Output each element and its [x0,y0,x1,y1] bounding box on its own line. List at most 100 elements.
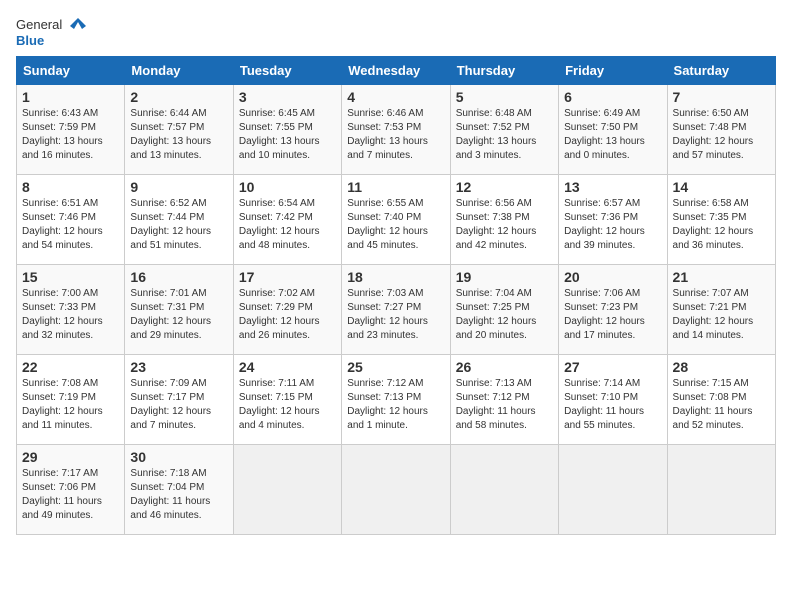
header-day-monday: Monday [125,57,233,85]
cell-details: Sunrise: 6:44 AMSunset: 7:57 PMDaylight:… [130,108,211,161]
calendar-cell: 21 Sunrise: 7:07 AMSunset: 7:21 PMDaylig… [667,265,775,355]
day-number: 25 [347,359,444,375]
day-number: 5 [456,89,553,105]
cell-details: Sunrise: 7:04 AMSunset: 7:25 PMDaylight:… [456,288,537,341]
calendar-cell: 25 Sunrise: 7:12 AMSunset: 7:13 PMDaylig… [342,355,450,445]
calendar-cell: 13 Sunrise: 6:57 AMSunset: 7:36 PMDaylig… [559,175,667,265]
cell-details: Sunrise: 6:52 AMSunset: 7:44 PMDaylight:… [130,198,211,251]
cell-details: Sunrise: 7:09 AMSunset: 7:17 PMDaylight:… [130,378,211,431]
day-number: 27 [564,359,661,375]
cell-details: Sunrise: 7:02 AMSunset: 7:29 PMDaylight:… [239,288,320,341]
calendar-cell: 6 Sunrise: 6:49 AMSunset: 7:50 PMDayligh… [559,85,667,175]
header-day-friday: Friday [559,57,667,85]
cell-details: Sunrise: 6:43 AMSunset: 7:59 PMDaylight:… [22,108,103,161]
day-number: 6 [564,89,661,105]
day-number: 12 [456,179,553,195]
header-day-wednesday: Wednesday [342,57,450,85]
header-day-tuesday: Tuesday [233,57,341,85]
cell-details: Sunrise: 7:12 AMSunset: 7:13 PMDaylight:… [347,378,428,431]
logo-blue-text: Blue [16,34,44,48]
day-number: 1 [22,89,119,105]
calendar-week-row: 15 Sunrise: 7:00 AMSunset: 7:33 PMDaylig… [17,265,776,355]
day-number: 9 [130,179,227,195]
cell-details: Sunrise: 6:57 AMSunset: 7:36 PMDaylight:… [564,198,645,251]
cell-details: Sunrise: 6:51 AMSunset: 7:46 PMDaylight:… [22,198,103,251]
day-number: 8 [22,179,119,195]
cell-details: Sunrise: 6:48 AMSunset: 7:52 PMDaylight:… [456,108,537,161]
calendar-week-row: 29 Sunrise: 7:17 AMSunset: 7:06 PMDaylig… [17,445,776,535]
cell-details: Sunrise: 6:55 AMSunset: 7:40 PMDaylight:… [347,198,428,251]
calendar-cell: 19 Sunrise: 7:04 AMSunset: 7:25 PMDaylig… [450,265,558,355]
header-day-sunday: Sunday [17,57,125,85]
cell-details: Sunrise: 7:18 AMSunset: 7:04 PMDaylight:… [130,468,210,521]
day-number: 22 [22,359,119,375]
calendar-cell: 27 Sunrise: 7:14 AMSunset: 7:10 PMDaylig… [559,355,667,445]
day-number: 28 [673,359,770,375]
logo: General Blue [16,16,86,48]
calendar-cell: 15 Sunrise: 7:00 AMSunset: 7:33 PMDaylig… [17,265,125,355]
day-number: 14 [673,179,770,195]
day-number: 15 [22,269,119,285]
calendar-cell: 24 Sunrise: 7:11 AMSunset: 7:15 PMDaylig… [233,355,341,445]
cell-details: Sunrise: 6:56 AMSunset: 7:38 PMDaylight:… [456,198,537,251]
cell-details: Sunrise: 6:50 AMSunset: 7:48 PMDaylight:… [673,108,754,161]
calendar-cell: 18 Sunrise: 7:03 AMSunset: 7:27 PMDaylig… [342,265,450,355]
cell-details: Sunrise: 6:54 AMSunset: 7:42 PMDaylight:… [239,198,320,251]
day-number: 18 [347,269,444,285]
calendar-cell: 26 Sunrise: 7:13 AMSunset: 7:12 PMDaylig… [450,355,558,445]
calendar-week-row: 22 Sunrise: 7:08 AMSunset: 7:19 PMDaylig… [17,355,776,445]
calendar-cell: 29 Sunrise: 7:17 AMSunset: 7:06 PMDaylig… [17,445,125,535]
day-number: 11 [347,179,444,195]
calendar-cell: 11 Sunrise: 6:55 AMSunset: 7:40 PMDaylig… [342,175,450,265]
calendar-cell: 30 Sunrise: 7:18 AMSunset: 7:04 PMDaylig… [125,445,233,535]
calendar-week-row: 1 Sunrise: 6:43 AMSunset: 7:59 PMDayligh… [17,85,776,175]
day-number: 21 [673,269,770,285]
day-number: 2 [130,89,227,105]
header-day-thursday: Thursday [450,57,558,85]
day-number: 29 [22,449,119,465]
calendar-cell: 23 Sunrise: 7:09 AMSunset: 7:17 PMDaylig… [125,355,233,445]
cell-details: Sunrise: 6:58 AMSunset: 7:35 PMDaylight:… [673,198,754,251]
cell-details: Sunrise: 7:06 AMSunset: 7:23 PMDaylight:… [564,288,645,341]
calendar-cell: 14 Sunrise: 6:58 AMSunset: 7:35 PMDaylig… [667,175,775,265]
calendar-cell: 4 Sunrise: 6:46 AMSunset: 7:53 PMDayligh… [342,85,450,175]
day-number: 19 [456,269,553,285]
cell-details: Sunrise: 7:07 AMSunset: 7:21 PMDaylight:… [673,288,754,341]
cell-details: Sunrise: 7:17 AMSunset: 7:06 PMDaylight:… [22,468,102,521]
logo-general-text: General [16,18,62,32]
calendar-cell: 17 Sunrise: 7:02 AMSunset: 7:29 PMDaylig… [233,265,341,355]
cell-details: Sunrise: 7:14 AMSunset: 7:10 PMDaylight:… [564,378,644,431]
calendar-cell [233,445,341,535]
day-number: 16 [130,269,227,285]
day-number: 30 [130,449,227,465]
calendar-cell: 3 Sunrise: 6:45 AMSunset: 7:55 PMDayligh… [233,85,341,175]
calendar-cell: 8 Sunrise: 6:51 AMSunset: 7:46 PMDayligh… [17,175,125,265]
cell-details: Sunrise: 6:49 AMSunset: 7:50 PMDaylight:… [564,108,645,161]
cell-details: Sunrise: 7:11 AMSunset: 7:15 PMDaylight:… [239,378,320,431]
cell-details: Sunrise: 7:13 AMSunset: 7:12 PMDaylight:… [456,378,536,431]
calendar-cell: 22 Sunrise: 7:08 AMSunset: 7:19 PMDaylig… [17,355,125,445]
calendar-week-row: 8 Sunrise: 6:51 AMSunset: 7:46 PMDayligh… [17,175,776,265]
calendar-table: SundayMondayTuesdayWednesdayThursdayFrid… [16,56,776,535]
calendar-cell: 1 Sunrise: 6:43 AMSunset: 7:59 PMDayligh… [17,85,125,175]
calendar-cell [450,445,558,535]
day-number: 17 [239,269,336,285]
calendar-cell: 7 Sunrise: 6:50 AMSunset: 7:48 PMDayligh… [667,85,775,175]
day-number: 3 [239,89,336,105]
day-number: 20 [564,269,661,285]
day-number: 23 [130,359,227,375]
calendar-cell [559,445,667,535]
cell-details: Sunrise: 6:46 AMSunset: 7:53 PMDaylight:… [347,108,428,161]
day-number: 26 [456,359,553,375]
calendar-cell: 2 Sunrise: 6:44 AMSunset: 7:57 PMDayligh… [125,85,233,175]
calendar-cell [667,445,775,535]
calendar-body: 1 Sunrise: 6:43 AMSunset: 7:59 PMDayligh… [17,85,776,535]
calendar-cell: 20 Sunrise: 7:06 AMSunset: 7:23 PMDaylig… [559,265,667,355]
calendar-cell: 12 Sunrise: 6:56 AMSunset: 7:38 PMDaylig… [450,175,558,265]
cell-details: Sunrise: 7:08 AMSunset: 7:19 PMDaylight:… [22,378,103,431]
cell-details: Sunrise: 6:45 AMSunset: 7:55 PMDaylight:… [239,108,320,161]
calendar-header-row: SundayMondayTuesdayWednesdayThursdayFrid… [17,57,776,85]
cell-details: Sunrise: 7:00 AMSunset: 7:33 PMDaylight:… [22,288,103,341]
calendar-cell: 9 Sunrise: 6:52 AMSunset: 7:44 PMDayligh… [125,175,233,265]
calendar-cell: 28 Sunrise: 7:15 AMSunset: 7:08 PMDaylig… [667,355,775,445]
